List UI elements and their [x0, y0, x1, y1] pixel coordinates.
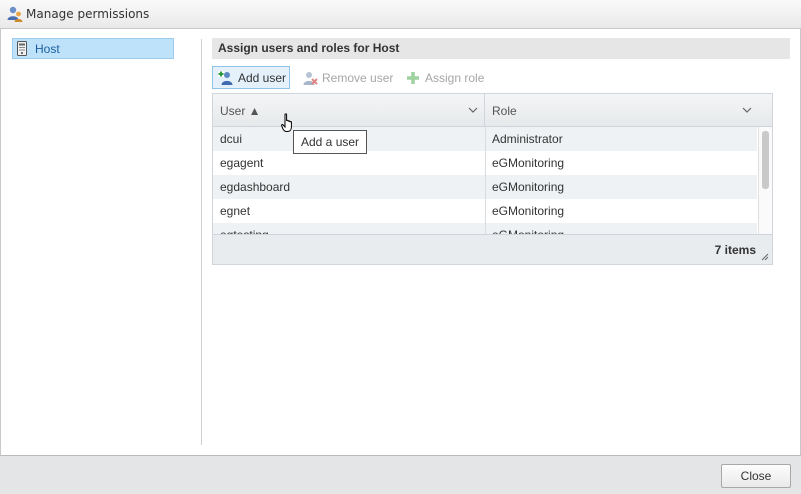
column-header-user[interactable]: User ▲ [213, 94, 485, 127]
users-permissions-icon [7, 6, 23, 22]
grid-scrollbar[interactable] [758, 127, 772, 234]
assign-role-button[interactable]: Assign role [403, 66, 491, 89]
scrollbar-thumb[interactable] [762, 131, 769, 189]
chevron-down-icon[interactable] [742, 105, 752, 115]
remove-user-icon [303, 71, 318, 85]
hand-cursor-icon [281, 113, 292, 132]
column-divider [485, 175, 486, 199]
cell-user: dcui [220, 132, 243, 146]
assign-role-label: Assign role [425, 70, 485, 85]
table-row[interactable]: egdashboard eGMonitoring [213, 175, 757, 199]
dialog-footer: Close [0, 455, 801, 494]
cell-role: eGMonitoring [492, 156, 565, 170]
dialog-title: Manage permissions [26, 7, 150, 21]
column-header-role-label: Role [492, 103, 517, 118]
add-user-tooltip: Add a user [293, 130, 368, 154]
resize-grip-icon[interactable] [760, 252, 769, 261]
cell-user: egnet [220, 204, 251, 218]
grid-footer: 7 items [213, 234, 772, 264]
plus-icon [407, 71, 419, 84]
cell-user: egagent [220, 156, 264, 170]
cell-user: egdashboard [220, 180, 291, 194]
pane-divider[interactable] [201, 39, 202, 445]
dialog-body: Host Assign users and roles for Host Add… [0, 29, 801, 455]
add-user-icon [218, 70, 233, 85]
remove-user-button[interactable]: Remove user [300, 66, 395, 89]
items-count: 7 items [714, 243, 756, 257]
table-row[interactable]: egtesting eGMonitoring [213, 223, 757, 234]
dialog-titlebar: Manage permissions [0, 0, 801, 29]
column-divider [485, 127, 486, 151]
remove-user-label: Remove user [322, 70, 394, 85]
chevron-down-icon[interactable] [468, 105, 478, 115]
cell-role: eGMonitoring [492, 204, 565, 218]
close-button[interactable]: Close [721, 464, 791, 488]
tree-item-host[interactable]: Host [12, 38, 174, 59]
add-user-button[interactable]: Add user [212, 66, 290, 89]
add-user-label: Add user [238, 70, 287, 85]
column-header-user-label: User ▲ [220, 103, 261, 118]
tree-item-label: Host [35, 42, 60, 56]
section-title: Assign users and roles for Host [218, 41, 400, 55]
column-divider [485, 223, 486, 234]
cell-role: eGMonitoring [492, 180, 565, 194]
host-server-icon [17, 41, 27, 56]
table-row[interactable]: egnet eGMonitoring [213, 199, 757, 223]
column-header-role[interactable]: Role [485, 94, 772, 127]
grid-header: User ▲ Role [213, 94, 772, 127]
cell-role: Administrator [492, 132, 563, 146]
column-divider [485, 199, 486, 223]
column-divider [485, 151, 486, 175]
permissions-grid: User ▲ Role dcui Administrator egagent e… [212, 93, 773, 265]
table-row[interactable]: egagent eGMonitoring [213, 151, 757, 175]
section-header: Assign users and roles for Host [212, 38, 790, 59]
